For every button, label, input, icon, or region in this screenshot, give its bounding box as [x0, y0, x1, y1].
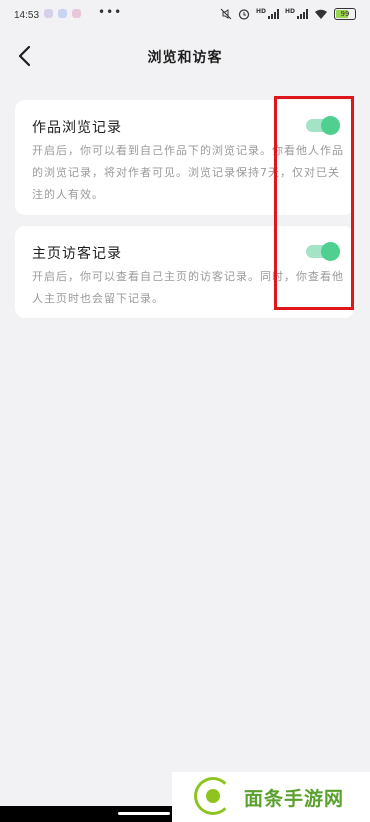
- home-indicator[interactable]: [118, 812, 170, 815]
- system-icons: HD HD 99: [220, 8, 356, 20]
- status-time: 14:53: [14, 10, 40, 21]
- battery-level: 99: [340, 10, 350, 18]
- notification-icons: [44, 9, 81, 18]
- alarm-icon: [238, 9, 250, 20]
- app-notification-icon: [72, 9, 81, 18]
- wifi-icon: [315, 9, 327, 19]
- setting-title: 作品浏览记录: [32, 120, 122, 136]
- status-bar: 14:53 ••• HD HD 99: [0, 0, 370, 32]
- highlight-box: [274, 96, 354, 310]
- more-notifications-icon: •••: [98, 5, 123, 19]
- cell-signal-icon: HD: [285, 9, 308, 19]
- page-header: 浏览和访客: [0, 36, 370, 80]
- cell-signal-icon: HD: [256, 9, 279, 19]
- battery-icon: 99: [334, 8, 356, 20]
- setting-title: 主页访客记录: [32, 246, 122, 262]
- mute-icon: [220, 8, 232, 20]
- watermark: 面条手游网: [172, 772, 370, 822]
- watermark-logo-icon: [194, 777, 234, 817]
- app-notification-icon: [58, 9, 67, 18]
- watermark-text: 面条手游网: [244, 788, 345, 810]
- page-title: 浏览和访客: [147, 50, 223, 66]
- app-notification-icon: [44, 9, 53, 18]
